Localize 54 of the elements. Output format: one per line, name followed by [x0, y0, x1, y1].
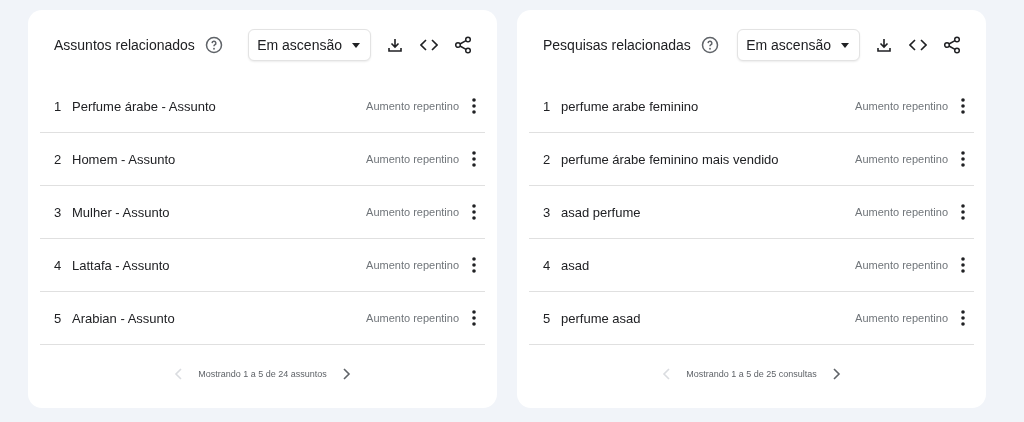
query-label[interactable]: perfume arabe feminino	[561, 98, 699, 114]
rank-number: 1	[54, 98, 63, 114]
rank-number: 5	[543, 310, 552, 326]
rank-number: 3	[543, 204, 552, 220]
filter-dropdown[interactable]: Em ascensão	[737, 29, 860, 61]
trend-value: Aumento repentino	[855, 259, 948, 271]
rank-number: 4	[54, 257, 63, 273]
more-icon[interactable]	[471, 308, 477, 328]
pagination-text: Mostrando 1 a 5 de 25 consultas	[686, 369, 817, 379]
rank-number: 4	[543, 257, 552, 273]
rank-number: 3	[54, 204, 63, 220]
pagination-text: Mostrando 1 a 5 de 24 assuntos	[198, 369, 327, 379]
query-label[interactable]: Arabian - Assunto	[72, 310, 175, 326]
trend-value: Aumento repentino	[855, 100, 948, 112]
next-page-icon[interactable]	[830, 367, 841, 381]
more-icon[interactable]	[471, 202, 477, 222]
help-icon[interactable]	[204, 36, 223, 54]
share-icon[interactable]	[453, 35, 473, 55]
more-icon[interactable]	[471, 255, 477, 275]
trend-value: Aumento repentino	[366, 312, 459, 324]
panel-title: Assuntos relacionados	[54, 37, 195, 53]
trend-value: Aumento repentino	[366, 206, 459, 218]
rank-number: 5	[54, 310, 63, 326]
caret-icon	[841, 42, 849, 48]
panel-title: Pesquisas relacionadas	[543, 37, 691, 53]
more-icon[interactable]	[471, 96, 477, 116]
more-icon[interactable]	[960, 255, 966, 275]
trend-value: Aumento repentino	[855, 153, 948, 165]
trend-value: Aumento repentino	[366, 259, 459, 271]
query-label[interactable]: Lattafa - Assunto	[72, 257, 170, 273]
more-icon[interactable]	[960, 149, 966, 169]
query-label[interactable]: perfume asad	[561, 310, 641, 326]
more-icon[interactable]	[960, 202, 966, 222]
query-label[interactable]: Perfume árabe - Assunto	[72, 98, 216, 114]
filter-dropdown[interactable]: Em ascensão	[248, 29, 371, 61]
query-label[interactable]: perfume árabe feminino mais vendido	[561, 151, 779, 167]
more-icon[interactable]	[960, 96, 966, 116]
share-icon[interactable]	[942, 35, 962, 55]
rank-number: 1	[543, 98, 552, 114]
more-icon[interactable]	[960, 308, 966, 328]
more-icon[interactable]	[471, 149, 477, 169]
trend-value: Aumento repentino	[366, 100, 459, 112]
query-label[interactable]: Mulher - Assunto	[72, 204, 170, 220]
query-label[interactable]: Homem - Assunto	[72, 151, 176, 167]
trend-value: Aumento repentino	[855, 206, 948, 218]
trend-value: Aumento repentino	[366, 153, 459, 165]
query-label[interactable]: asad perfume	[561, 204, 641, 220]
rank-number: 2	[543, 151, 552, 167]
caret-icon	[352, 42, 360, 48]
rank-number: 2	[54, 151, 63, 167]
help-icon[interactable]	[700, 36, 719, 54]
trend-value: Aumento repentino	[855, 312, 948, 324]
query-label[interactable]: asad	[561, 257, 590, 273]
next-page-icon[interactable]	[340, 367, 351, 381]
